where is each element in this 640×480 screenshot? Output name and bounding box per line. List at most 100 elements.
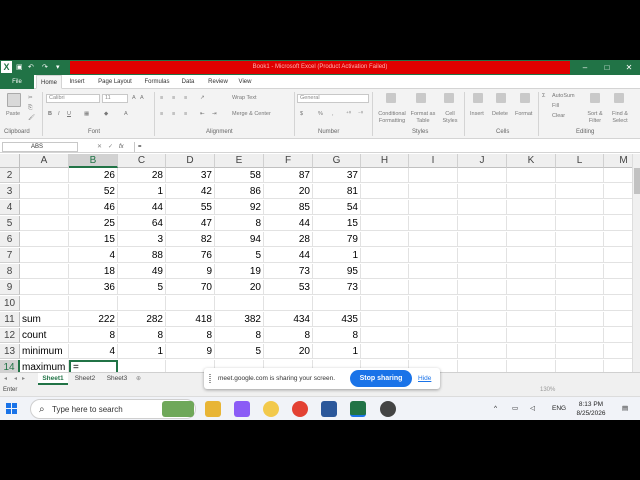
- cell-b4[interactable]: 46: [69, 200, 118, 215]
- formula-input[interactable]: =: [134, 142, 634, 152]
- column-header-e[interactable]: E: [215, 154, 264, 168]
- cell-k6[interactable]: [507, 232, 556, 247]
- enter-formula-button[interactable]: ✓: [108, 142, 113, 152]
- active-cell-b14[interactable]: =: [69, 360, 118, 372]
- cell-styles-icon[interactable]: [444, 93, 454, 103]
- cell-a6[interactable]: [20, 232, 69, 247]
- cell-b13[interactable]: 4: [69, 344, 118, 359]
- row-header-9[interactable]: 9: [0, 280, 20, 295]
- cell-l11[interactable]: [556, 312, 604, 327]
- tray-chevron-icon[interactable]: ^: [494, 397, 497, 421]
- cell-j12[interactable]: [458, 328, 507, 343]
- cell-styles-button[interactable]: Cell Styles: [440, 111, 460, 125]
- cell-d3[interactable]: 42: [166, 184, 215, 199]
- merge-center-button[interactable]: Merge & Center: [232, 111, 271, 117]
- cell-f10[interactable]: [264, 296, 313, 311]
- app-icon[interactable]: [263, 401, 279, 417]
- close-button[interactable]: ✕: [618, 60, 640, 75]
- cell-j2[interactable]: [458, 168, 507, 183]
- cell-c11[interactable]: 282: [118, 312, 166, 327]
- row-header-11[interactable]: 11: [0, 312, 20, 327]
- cell-m11[interactable]: [604, 312, 632, 327]
- cell-a3[interactable]: [20, 184, 69, 199]
- cell-m13[interactable]: [604, 344, 632, 359]
- column-header-a[interactable]: A: [20, 154, 69, 168]
- cell-h4[interactable]: [361, 200, 409, 215]
- minimize-button[interactable]: –: [574, 60, 596, 75]
- cell-g9[interactable]: 73: [313, 280, 361, 295]
- cell-d6[interactable]: 82: [166, 232, 215, 247]
- align-left-icon[interactable]: ≡: [160, 111, 163, 117]
- column-header-j[interactable]: J: [458, 154, 507, 168]
- tab-page-layout[interactable]: Page Layout: [94, 75, 136, 89]
- cell-k14[interactable]: [507, 360, 556, 372]
- zoom-level[interactable]: 130%: [540, 385, 555, 396]
- cell-l6[interactable]: [556, 232, 604, 247]
- cell-e8[interactable]: 19: [215, 264, 264, 279]
- clear-button[interactable]: Clear: [552, 113, 565, 119]
- cell-a9[interactable]: [20, 280, 69, 295]
- cell-d5[interactable]: 47: [166, 216, 215, 231]
- cell-i13[interactable]: [409, 344, 458, 359]
- cell-f6[interactable]: 28: [264, 232, 313, 247]
- orientation-icon[interactable]: ↗: [200, 95, 205, 101]
- weather-widget-icon[interactable]: [162, 401, 194, 417]
- spreadsheet-grid[interactable]: A B C D E F G H I J K L M 2 26 28 37 58 87 37 3 52 1 42 86 20 81 4 4…: [0, 154, 632, 372]
- tab-view[interactable]: View: [234, 75, 256, 89]
- font-color-icon[interactable]: A: [124, 111, 128, 117]
- cell-i7[interactable]: [409, 248, 458, 263]
- cell-m2[interactable]: [604, 168, 632, 183]
- cell-i8[interactable]: [409, 264, 458, 279]
- cell-k2[interactable]: [507, 168, 556, 183]
- cell-k7[interactable]: [507, 248, 556, 263]
- cell-l4[interactable]: [556, 200, 604, 215]
- drag-handle-icon[interactable]: [209, 374, 211, 383]
- find-select-button[interactable]: Find & Select: [608, 111, 632, 125]
- format-as-table-icon[interactable]: [416, 93, 426, 103]
- copilot-icon[interactable]: [234, 401, 250, 417]
- cell-b5[interactable]: 25: [69, 216, 118, 231]
- cell-l10[interactable]: [556, 296, 604, 311]
- cell-g5[interactable]: 15: [313, 216, 361, 231]
- cell-h7[interactable]: [361, 248, 409, 263]
- cell-c7[interactable]: 88: [118, 248, 166, 263]
- cell-d4[interactable]: 55: [166, 200, 215, 215]
- file-explorer-icon[interactable]: [205, 401, 221, 417]
- cell-i6[interactable]: [409, 232, 458, 247]
- cell-g12[interactable]: 8: [313, 328, 361, 343]
- cell-f12[interactable]: 8: [264, 328, 313, 343]
- cell-j9[interactable]: [458, 280, 507, 295]
- save-icon[interactable]: ▣: [16, 61, 23, 74]
- number-format-select[interactable]: General: [297, 94, 369, 103]
- italic-button[interactable]: I: [58, 111, 60, 117]
- bold-button[interactable]: B: [48, 111, 52, 117]
- cell-c3[interactable]: 1: [118, 184, 166, 199]
- column-header-f[interactable]: F: [264, 154, 313, 168]
- cell-l7[interactable]: [556, 248, 604, 263]
- cell-a12[interactable]: count: [20, 328, 69, 343]
- chrome-icon[interactable]: [292, 401, 308, 417]
- cell-j6[interactable]: [458, 232, 507, 247]
- cell-m5[interactable]: [604, 216, 632, 231]
- sort-filter-icon[interactable]: [590, 93, 600, 103]
- cell-c6[interactable]: 3: [118, 232, 166, 247]
- cell-m7[interactable]: [604, 248, 632, 263]
- word-icon[interactable]: [321, 401, 337, 417]
- cell-g2[interactable]: 37: [313, 168, 361, 183]
- paste-icon[interactable]: [7, 93, 21, 107]
- comma-button[interactable]: ,: [332, 111, 334, 117]
- first-sheet-icon[interactable]: ◂: [4, 373, 7, 385]
- cell-f3[interactable]: 20: [264, 184, 313, 199]
- cell-b3[interactable]: 52: [69, 184, 118, 199]
- new-sheet-icon[interactable]: ⊕: [136, 373, 141, 385]
- cell-l5[interactable]: [556, 216, 604, 231]
- cell-h5[interactable]: [361, 216, 409, 231]
- cell-h2[interactable]: [361, 168, 409, 183]
- cell-a8[interactable]: [20, 264, 69, 279]
- clock[interactable]: 8:13 PM 8/25/2026: [574, 400, 608, 418]
- shrink-font-icon[interactable]: A: [140, 95, 144, 101]
- cell-j14[interactable]: [458, 360, 507, 372]
- cell-i5[interactable]: [409, 216, 458, 231]
- cell-c8[interactable]: 49: [118, 264, 166, 279]
- cell-h9[interactable]: [361, 280, 409, 295]
